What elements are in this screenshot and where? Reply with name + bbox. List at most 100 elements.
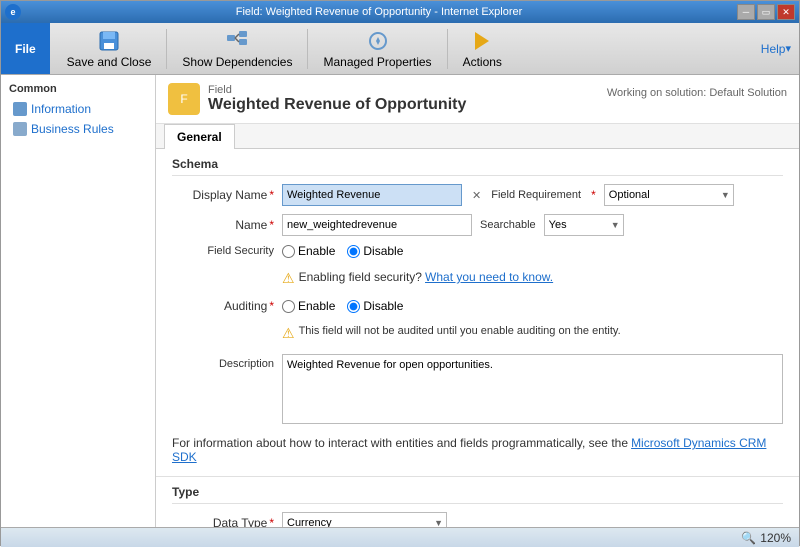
ribbon-sep-1 — [166, 29, 167, 69]
window-title: Field: Weighted Revenue of Opportunity -… — [21, 6, 737, 18]
actions-icon — [470, 29, 494, 53]
working-on: Working on solution: Default Solution — [607, 83, 787, 99]
searchable-select[interactable]: Yes No — [544, 214, 624, 236]
display-name-input[interactable] — [282, 184, 462, 206]
managed-properties-icon — [366, 29, 390, 53]
zoom-icon: 🔍 — [741, 531, 756, 545]
show-dependencies-label: Show Dependencies — [182, 55, 292, 69]
warning-icon-1: ⚠ — [282, 270, 295, 287]
field-security-field: Enable Disable — [282, 244, 783, 258]
status-bar: 🔍 120% — [1, 527, 799, 547]
title-bar-controls: ─ ▭ ✕ — [737, 4, 795, 20]
entity-icon: F — [168, 83, 200, 115]
field-requirement-label: Field Requirement — [491, 189, 581, 201]
display-name-label: Display Name* — [172, 188, 282, 202]
description-textarea[interactable]: Weighted Revenue for open opportunities. — [282, 354, 783, 424]
auditing-enable-radio[interactable] — [282, 300, 295, 313]
field-security-warning: ⚠ Enabling field security? What you need… — [282, 266, 553, 291]
entity-info: Field Weighted Revenue of Opportunity — [208, 84, 466, 114]
title-bar-left: e — [5, 4, 21, 20]
schema-title: Schema — [172, 157, 783, 176]
close-button[interactable]: ✕ — [777, 4, 795, 20]
help-button[interactable]: Help ▾ — [753, 23, 799, 74]
save-close-icon — [97, 29, 121, 53]
entity-header-left: F Field Weighted Revenue of Opportunity — [168, 83, 466, 115]
sidebar-item-business-rules-label: Business Rules — [31, 122, 114, 136]
name-input[interactable] — [282, 214, 472, 236]
save-close-label: Save and Close — [67, 55, 152, 69]
actions-label: Actions — [463, 55, 502, 69]
tabs: General — [156, 124, 799, 149]
field-requirement-select[interactable]: Optional Required Recommended — [604, 184, 734, 206]
sidebar-item-business-rules[interactable]: Business Rules — [1, 119, 155, 139]
sidebar-item-information-label: Information — [31, 102, 91, 116]
sidebar: Common Information Business Rules — [1, 75, 156, 527]
actions-button[interactable]: Actions — [454, 27, 511, 71]
clear-display-name-button[interactable]: ✕ — [470, 189, 483, 202]
field-security-enable-radio[interactable] — [282, 245, 295, 258]
data-type-select[interactable]: Currency Text Number — [282, 512, 447, 527]
content-area: F Field Weighted Revenue of Opportunity … — [156, 75, 799, 527]
display-name-row: Display Name* ✕ Field Requirement* Optio… — [172, 184, 783, 206]
name-row: Name* Searchable Yes No ▼ — [172, 214, 783, 236]
main-area: Common Information Business Rules F Fiel… — [1, 75, 799, 527]
form-type: Type Data Type* Currency Text Number ▼ — [156, 476, 799, 527]
show-dependencies-button[interactable]: Show Dependencies — [173, 27, 301, 71]
auditing-disable[interactable]: Disable — [347, 299, 403, 313]
minimize-button[interactable]: ─ — [737, 4, 755, 20]
description-row: Description Weighted Revenue for open op… — [172, 354, 783, 424]
restore-button[interactable]: ▭ — [757, 4, 775, 20]
entity-title: Weighted Revenue of Opportunity — [208, 96, 466, 114]
field-security-warning-row: ⚠ Enabling field security? What you need… — [172, 266, 783, 291]
field-security-label: Field Security — [172, 245, 282, 257]
sidebar-item-information[interactable]: Information — [1, 99, 155, 119]
form-schema: Schema Display Name* ✕ Field Requirement… — [156, 149, 799, 476]
save-close-button[interactable]: Save and Close — [58, 27, 161, 71]
field-security-enable[interactable]: Enable — [282, 244, 335, 258]
managed-properties-label: Managed Properties — [323, 55, 431, 69]
info-text: For information about how to interact wi… — [172, 432, 783, 468]
auditing-warning: ⚠ This field will not be audited until y… — [282, 321, 621, 346]
data-type-row: Data Type* Currency Text Number ▼ — [172, 512, 783, 527]
auditing-disable-radio[interactable] — [347, 300, 360, 313]
ribbon-buttons: Save and Close Show Dependencies Managed… — [50, 23, 519, 74]
entity-type: Field — [208, 84, 466, 96]
auditing-radio-group: Enable Disable — [282, 299, 403, 313]
auditing-field: Enable Disable — [282, 299, 783, 313]
auditing-warning-text: This field will not be audited until you… — [299, 325, 621, 337]
ribbon: File Save and Close Show Dependencies Ma… — [1, 23, 799, 75]
entity-header: F Field Weighted Revenue of Opportunity … — [156, 75, 799, 124]
field-security-warning-text: Enabling field security? What you need t… — [299, 270, 554, 284]
description-field: Weighted Revenue for open opportunities. — [282, 354, 783, 424]
tab-general[interactable]: General — [164, 124, 235, 149]
help-label: Help — [761, 42, 786, 56]
file-button[interactable]: File — [1, 23, 50, 74]
searchable-label: Searchable — [480, 219, 536, 231]
ribbon-sep-3 — [447, 29, 448, 69]
field-security-disable[interactable]: Disable — [347, 244, 403, 258]
auditing-label: Auditing* — [172, 299, 282, 313]
sidebar-header: Common — [1, 79, 155, 99]
ie-icon: e — [5, 4, 21, 20]
name-label: Name* — [172, 218, 282, 232]
searchable-wrapper: Yes No ▼ — [544, 214, 624, 236]
show-dependencies-icon — [225, 29, 249, 53]
auditing-warning-row: ⚠ This field will not be audited until y… — [172, 321, 783, 346]
warning-icon-2: ⚠ — [282, 325, 295, 342]
auditing-enable[interactable]: Enable — [282, 299, 335, 313]
field-security-radio-group: Enable Disable — [282, 244, 403, 258]
data-type-label: Data Type* — [172, 516, 282, 527]
field-security-row: Field Security Enable Disable — [172, 244, 783, 258]
data-type-wrapper: Currency Text Number ▼ — [282, 512, 447, 527]
field-security-link[interactable]: What you need to know. — [425, 270, 553, 284]
svg-text:F: F — [180, 92, 187, 106]
name-field: Searchable Yes No ▼ — [282, 214, 783, 236]
zoom-level: 120% — [760, 531, 791, 545]
auditing-row: Auditing* Enable Disable — [172, 299, 783, 313]
business-rules-icon — [13, 122, 27, 136]
display-name-field: ✕ Field Requirement* Optional Required R… — [282, 184, 783, 206]
managed-properties-button[interactable]: Managed Properties — [314, 27, 440, 71]
field-requirement-wrapper: Optional Required Recommended ▼ — [604, 184, 734, 206]
information-icon — [13, 102, 27, 116]
field-security-disable-radio[interactable] — [347, 245, 360, 258]
